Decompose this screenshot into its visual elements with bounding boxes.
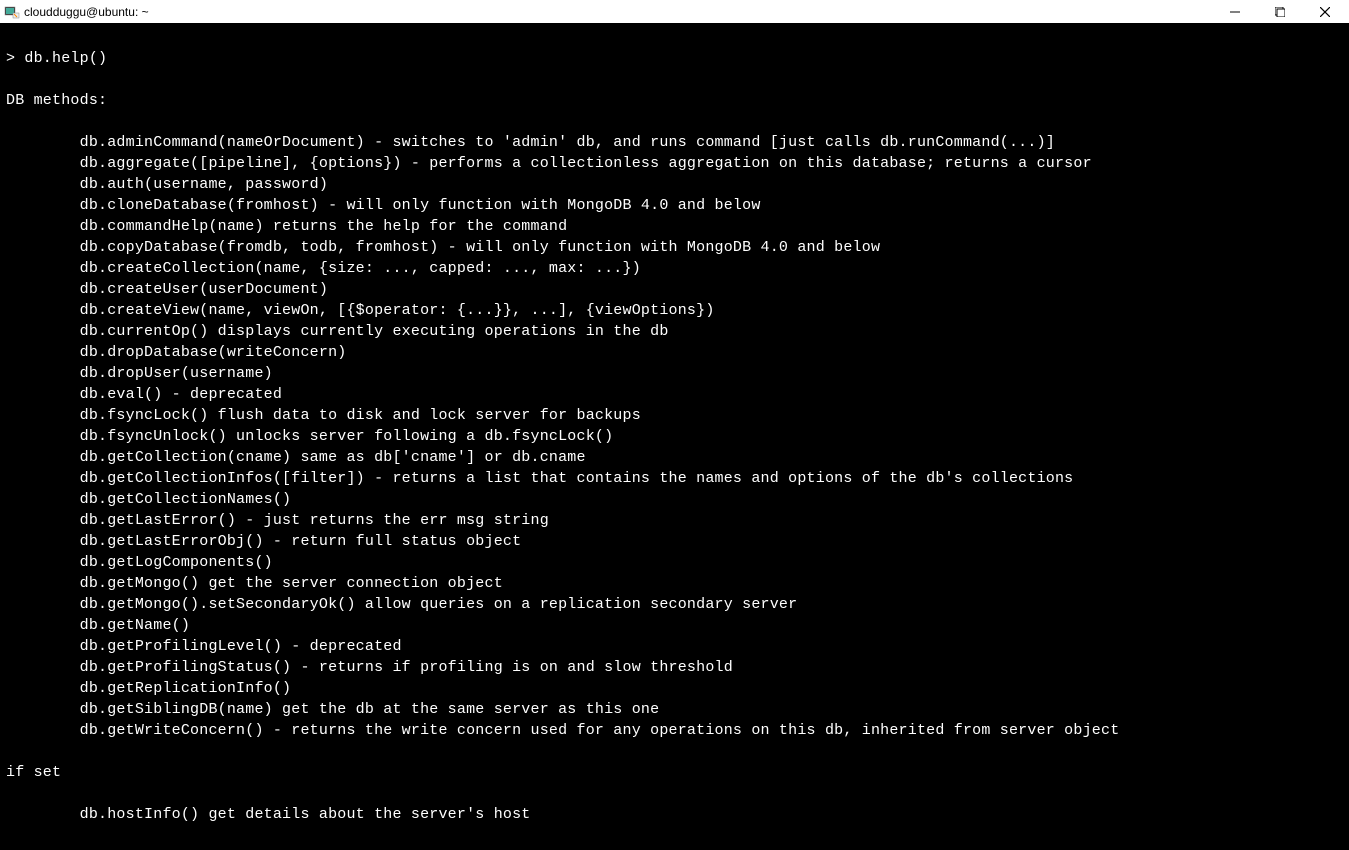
- method-line: db.currentOp() displays currently execut…: [6, 321, 1343, 342]
- method-line: db.getLogComponents(): [6, 552, 1343, 573]
- method-line: db.getCollectionNames(): [6, 489, 1343, 510]
- prompt-line: > db.help(): [6, 48, 1343, 69]
- method-line: db.getProfilingLevel() - deprecated: [6, 636, 1343, 657]
- minimize-button[interactable]: [1212, 0, 1257, 23]
- method-line: db.cloneDatabase(fromhost) - will only f…: [6, 195, 1343, 216]
- method-line: db.getLastErrorObj() - return full statu…: [6, 531, 1343, 552]
- method-line: db.dropDatabase(writeConcern): [6, 342, 1343, 363]
- method-line: db.getMongo() get the server connection …: [6, 573, 1343, 594]
- method-line: db.dropUser(username): [6, 363, 1343, 384]
- window-titlebar: cloudduggu@ubuntu: ~: [0, 0, 1349, 23]
- method-line: db.fsyncUnlock() unlocks server followin…: [6, 426, 1343, 447]
- method-line: db.auth(username, password): [6, 174, 1343, 195]
- method-line: db.commandHelp(name) returns the help fo…: [6, 216, 1343, 237]
- method-line: db.createUser(userDocument): [6, 279, 1343, 300]
- method-line: db.getMongo().setSecondaryOk() allow que…: [6, 594, 1343, 615]
- method-line: db.getName(): [6, 615, 1343, 636]
- method-line: db.getSiblingDB(name) get the db at the …: [6, 699, 1343, 720]
- method-line: db.getCollectionInfos([filter]) - return…: [6, 468, 1343, 489]
- window-controls: [1212, 0, 1347, 23]
- method-line: db.aggregate([pipeline], {options}) - pe…: [6, 153, 1343, 174]
- method-line: db.getCollection(cname) same as db['cnam…: [6, 447, 1343, 468]
- methods-list: db.adminCommand(nameOrDocument) - switch…: [6, 132, 1343, 741]
- methods-header: DB methods:: [6, 90, 1343, 111]
- close-button[interactable]: [1302, 0, 1347, 23]
- method-line: db.copyDatabase(fromdb, todb, fromhost) …: [6, 237, 1343, 258]
- method-line: db.getLastError() - just returns the err…: [6, 510, 1343, 531]
- window-title: cloudduggu@ubuntu: ~: [24, 5, 149, 19]
- method-line: db.createView(name, viewOn, [{$operator:…: [6, 300, 1343, 321]
- titlebar-left: cloudduggu@ubuntu: ~: [4, 4, 149, 20]
- continuation-line: if set: [6, 762, 1343, 783]
- putty-icon: [4, 4, 20, 20]
- method-line: db.fsyncLock() flush data to disk and lo…: [6, 405, 1343, 426]
- method-line: db.getReplicationInfo(): [6, 678, 1343, 699]
- method-line: db.getWriteConcern() - returns the write…: [6, 720, 1343, 741]
- maximize-button[interactable]: [1257, 0, 1302, 23]
- method-line: db.eval() - deprecated: [6, 384, 1343, 405]
- method-line: db.createCollection(name, {size: ..., ca…: [6, 258, 1343, 279]
- method-line: db.adminCommand(nameOrDocument) - switch…: [6, 132, 1343, 153]
- method-line: db.hostInfo() get details about the serv…: [6, 804, 1343, 825]
- method-line: db.getProfilingStatus() - returns if pro…: [6, 657, 1343, 678]
